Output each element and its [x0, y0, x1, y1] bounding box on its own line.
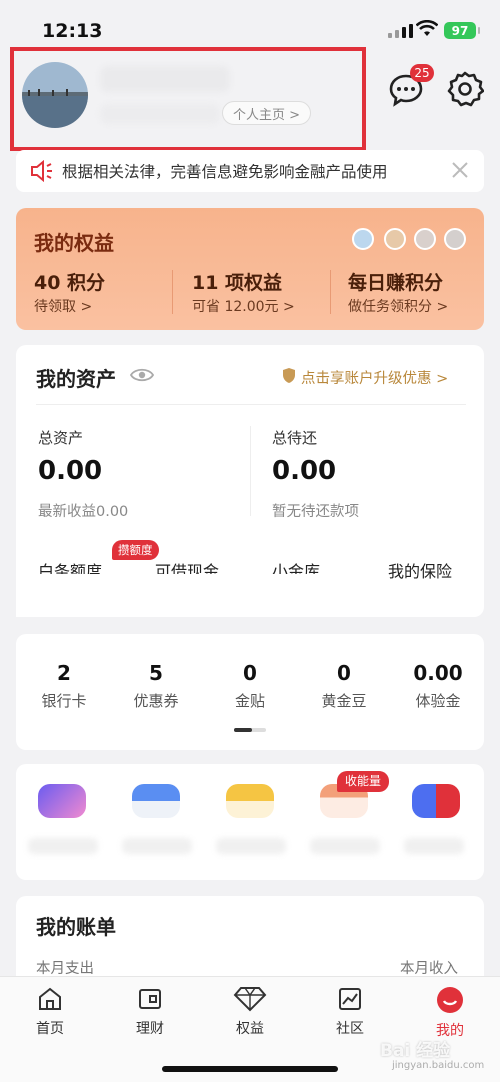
- upgrade-link[interactable]: 点击享账户升级优惠 >: [301, 367, 448, 388]
- tab-wealth[interactable]: 理财: [115, 986, 185, 1038]
- notice-text: 根据相关法律，完善信息避免影响金融产品使用: [62, 163, 388, 181]
- service-label-blurred: [216, 838, 286, 854]
- divider: [36, 404, 466, 405]
- month-expense-label: 本月支出: [36, 961, 94, 977]
- service-label-blurred: [122, 838, 192, 854]
- gold-bean-count[interactable]: 0: [304, 661, 384, 685]
- battery-indicator: 97: [444, 22, 480, 39]
- no-repay-text: 暂无待还款项: [272, 504, 359, 520]
- service-label-blurred: [310, 838, 380, 854]
- total-repay-label: 总待还: [272, 429, 318, 447]
- divider: [250, 426, 251, 516]
- tab-home[interactable]: 首页: [15, 986, 85, 1038]
- benefit-badge-icon: [414, 228, 436, 250]
- message-badge: 25: [410, 64, 434, 82]
- total-assets-label: 总资产: [38, 429, 84, 447]
- trial-fund-label[interactable]: 体验金: [398, 690, 478, 711]
- wallet-icon: [139, 989, 161, 1009]
- gold-bean-label[interactable]: 黄金豆: [304, 690, 384, 711]
- clip-mask: [16, 574, 356, 617]
- tab-label: 首页: [36, 1021, 64, 1037]
- quick-my-insurance[interactable]: 我的保险: [388, 558, 452, 582]
- divider: [172, 270, 173, 314]
- tab-community[interactable]: 社区: [315, 986, 385, 1038]
- service-wallet-icon[interactable]: [132, 784, 180, 818]
- benefit-badge-icon: [444, 228, 466, 250]
- eye-icon[interactable]: [130, 366, 154, 384]
- tab-label: 理财: [136, 1021, 164, 1037]
- diamond-icon: [233, 987, 267, 1012]
- trial-fund-value[interactable]: 0.00: [398, 661, 478, 685]
- watermark-url: jingyan.baidu.com: [392, 1060, 485, 1071]
- bill-title: 我的账单: [36, 915, 116, 939]
- points-sub[interactable]: 待领取 >: [34, 296, 92, 316]
- bank-card-label[interactable]: 银行卡: [24, 690, 104, 711]
- wifi-icon: [416, 20, 438, 36]
- status-time: 12:13: [42, 20, 103, 42]
- chart-icon: [339, 988, 361, 1010]
- assets-title: 我的资产: [36, 367, 116, 391]
- tab-benefits[interactable]: 权益: [215, 986, 285, 1038]
- gold-subsidy-count[interactable]: 0: [210, 661, 290, 685]
- tab-label: 社区: [336, 1021, 364, 1037]
- bank-card-count[interactable]: 2: [24, 661, 104, 685]
- energy-tag: 收能量: [337, 771, 390, 792]
- quota-tag: 攒额度: [112, 540, 159, 560]
- service-more-icon[interactable]: [412, 784, 460, 818]
- coupon-count[interactable]: 5: [116, 661, 196, 685]
- service-app-icon[interactable]: [38, 784, 86, 818]
- services-card: [16, 764, 484, 880]
- rights-sub[interactable]: 可省 12.00元 >: [192, 296, 295, 316]
- gold-subsidy-label[interactable]: 金贴: [210, 690, 290, 711]
- divider: [330, 270, 331, 314]
- shield-icon: [283, 368, 295, 383]
- total-repay-value[interactable]: 0.00: [272, 456, 336, 486]
- home-indicator[interactable]: [162, 1066, 338, 1072]
- service-gold-icon[interactable]: [226, 784, 274, 818]
- benefits-title: 我的权益: [34, 231, 114, 255]
- tab-mine[interactable]: 我的: [415, 986, 485, 1040]
- daily-points-value[interactable]: 每日赚积分: [348, 268, 443, 295]
- points-value[interactable]: 40 积分: [34, 268, 105, 295]
- close-icon[interactable]: [450, 160, 470, 180]
- benefit-badge-icon: [384, 228, 406, 250]
- gear-icon[interactable]: [446, 70, 484, 108]
- service-label-blurred: [28, 838, 98, 854]
- watermark-logo: Bai 经验: [380, 1041, 451, 1061]
- benefit-badge-icon: [352, 228, 374, 250]
- speaker-icon: [31, 160, 52, 182]
- rights-value[interactable]: 11 项权益: [192, 268, 282, 295]
- page-indicator: [234, 728, 266, 732]
- coupon-label[interactable]: 优惠券: [116, 690, 196, 711]
- month-income-label: 本月收入: [400, 961, 458, 977]
- latest-earnings: 最新收益0.00: [38, 504, 129, 520]
- highlight-box: [10, 47, 366, 151]
- cellular-signal-icon: [388, 24, 413, 38]
- user-icon: [437, 987, 463, 1013]
- tab-label: 权益: [236, 1021, 264, 1037]
- daily-points-sub[interactable]: 做任务领积分 >: [348, 296, 448, 316]
- total-assets-value[interactable]: 0.00: [38, 456, 102, 486]
- home-icon: [39, 987, 61, 1010]
- service-label-blurred: [404, 838, 464, 854]
